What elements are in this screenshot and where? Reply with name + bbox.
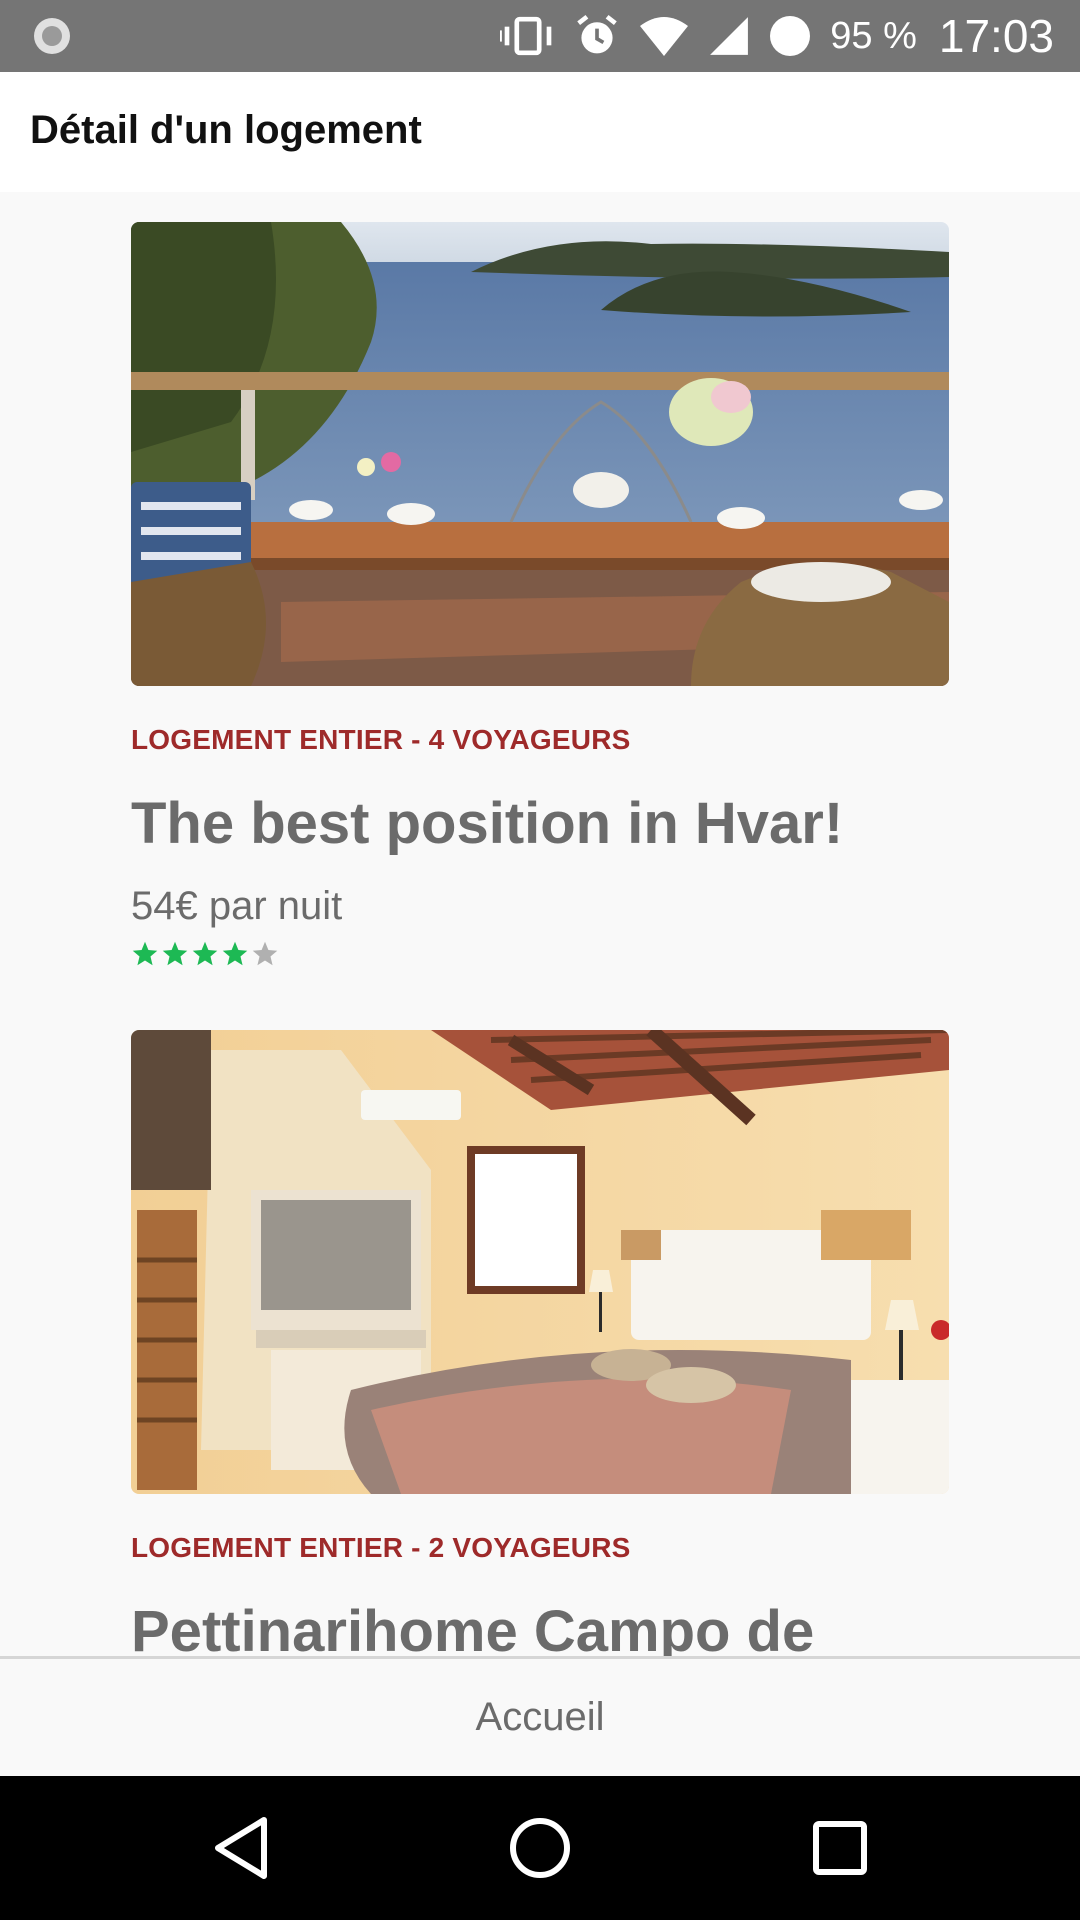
record-icon <box>34 18 70 54</box>
listing-name[interactable]: The best position in Hvar! <box>131 790 843 857</box>
wifi-icon <box>640 17 689 56</box>
vibrate-icon <box>500 16 552 56</box>
star-filled-icon <box>192 941 218 966</box>
listing-type: LOGEMENT ENTIER - 4 VOYAGEURS <box>131 724 631 755</box>
status-bar: 95 % 17:03 <box>0 0 1080 72</box>
battery-icon <box>770 16 811 56</box>
system-nav-bar <box>0 1776 1080 1920</box>
recents-icon[interactable] <box>800 1808 880 1888</box>
star-filled-icon <box>162 941 188 966</box>
tab-accueil[interactable]: Accueil <box>0 1659 1080 1776</box>
star-filled-icon <box>222 941 248 966</box>
listing-name[interactable]: Pettinarihome Campo de <box>131 1598 814 1656</box>
signal-icon <box>710 17 749 55</box>
terrace-sea-view-photo[interactable] <box>131 222 949 686</box>
listing-price: 54€ par nuit <box>131 884 343 928</box>
alarm-icon <box>577 14 617 54</box>
app-header: Détail d'un logement <box>0 72 1080 192</box>
back-icon[interactable] <box>200 1808 280 1888</box>
listing-type: LOGEMENT ENTIER - 2 VOYAGEURS <box>131 1532 631 1563</box>
page-title: Détail d'un logement <box>30 108 422 152</box>
star-rating <box>131 940 279 968</box>
clock: 17:03 <box>938 10 1054 62</box>
star-filled-icon <box>132 941 158 966</box>
star-empty-icon <box>252 941 278 966</box>
listing-card[interactable]: LOGEMENT ENTIER - 2 VOYAGEURS Pettinarih… <box>131 1030 949 1656</box>
home-icon[interactable] <box>500 1808 580 1888</box>
bottom-tab-bar: Accueil <box>0 1656 1080 1776</box>
battery-percent: 95 % <box>830 14 917 57</box>
listing-card[interactable]: LOGEMENT ENTIER - 4 VOYAGEURS The best p… <box>131 222 949 982</box>
listing-list[interactable]: LOGEMENT ENTIER - 4 VOYAGEURS The best p… <box>0 192 1080 1656</box>
bedroom-photo[interactable] <box>131 1030 949 1494</box>
